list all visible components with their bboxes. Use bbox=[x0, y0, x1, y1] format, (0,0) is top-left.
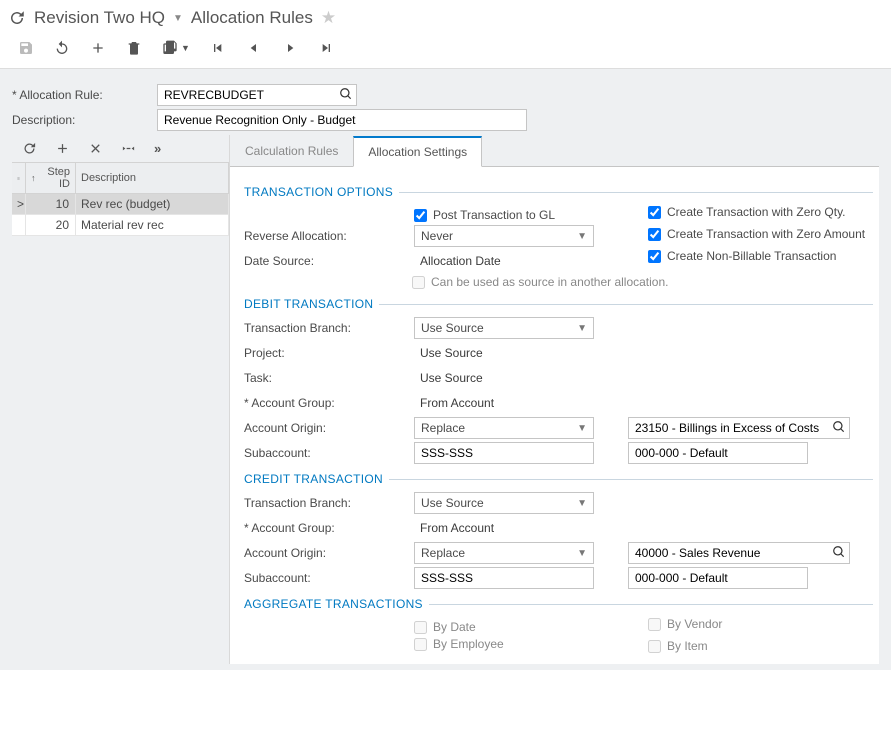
form-header: Allocation Rule: Description: » bbox=[0, 68, 891, 670]
company-title[interactable]: Revision Two HQ bbox=[34, 8, 165, 28]
section-aggregate: AGGREGATE TRANSACTIONS bbox=[244, 597, 873, 611]
steps-toolbar: » bbox=[12, 135, 229, 162]
post-gl-checkbox[interactable]: Post Transaction to GL bbox=[414, 208, 555, 222]
reverse-allocation-select[interactable]: Never▼ bbox=[414, 225, 594, 247]
page-header: Revision Two HQ ▼ Allocation Rules ★ bbox=[0, 0, 891, 32]
row-marker bbox=[12, 215, 26, 235]
screen-title: Allocation Rules bbox=[191, 8, 313, 28]
refresh-icon[interactable] bbox=[8, 9, 26, 27]
src-another-checkbox[interactable]: Can be used as source in another allocat… bbox=[412, 275, 873, 289]
next-button[interactable] bbox=[282, 40, 298, 56]
row-marker: > bbox=[12, 194, 26, 214]
credit-acct-origin-label: Account Origin: bbox=[244, 546, 414, 560]
credit-subacct-label: Subaccount: bbox=[244, 571, 414, 585]
reverse-allocation-label: Reverse Allocation: bbox=[244, 229, 414, 243]
steps-grid: ↑Step ID Description >10Rev rec (budget)… bbox=[12, 162, 229, 236]
by-item-checkbox[interactable]: By Item bbox=[648, 639, 722, 653]
chevron-down-icon: ▼ bbox=[577, 231, 587, 242]
grid-add-icon[interactable] bbox=[55, 141, 70, 156]
credit-branch-select[interactable]: Use Source▼ bbox=[414, 492, 594, 514]
debit-project-label: Project: bbox=[244, 346, 414, 360]
date-source-label: Date Source: bbox=[244, 254, 414, 268]
tab-allocation-settings[interactable]: Allocation Settings bbox=[353, 136, 482, 167]
description-input[interactable] bbox=[157, 109, 527, 131]
debit-acct-group-label: Account Group: bbox=[244, 396, 414, 410]
debit-account-lookup[interactable] bbox=[628, 417, 850, 439]
debit-branch-label: Transaction Branch: bbox=[244, 321, 414, 335]
credit-acct-group-label: Account Group: bbox=[244, 521, 414, 535]
section-transaction-options: TRANSACTION OPTIONS bbox=[244, 185, 873, 199]
debit-acct-origin-select[interactable]: Replace▼ bbox=[414, 417, 594, 439]
grid-more-icon[interactable]: » bbox=[154, 141, 161, 156]
col-description[interactable]: Description bbox=[76, 163, 229, 193]
debit-project-value: Use Source bbox=[414, 342, 483, 364]
details-panel: Calculation Rules Allocation Settings TR… bbox=[230, 135, 879, 664]
by-vendor-checkbox[interactable]: By Vendor bbox=[648, 617, 722, 631]
date-source-value: Allocation Date bbox=[414, 250, 501, 272]
non-billable-checkbox[interactable]: Create Non-Billable Transaction bbox=[648, 249, 865, 263]
star-icon[interactable]: ★ bbox=[321, 8, 336, 28]
row-description: Material rev rec bbox=[76, 215, 229, 235]
search-icon[interactable] bbox=[339, 87, 353, 101]
prev-button[interactable] bbox=[246, 40, 262, 56]
row-step-id: 20 bbox=[26, 215, 76, 235]
grid-fit-icon[interactable] bbox=[121, 141, 136, 156]
credit-subacct-lookup[interactable] bbox=[628, 567, 808, 589]
credit-acct-group-value: From Account bbox=[414, 517, 494, 539]
table-row[interactable]: >10Rev rec (budget) bbox=[12, 194, 229, 215]
tabs: Calculation Rules Allocation Settings bbox=[230, 135, 879, 167]
debit-task-label: Task: bbox=[244, 371, 414, 385]
credit-subacct-input[interactable] bbox=[414, 567, 594, 589]
search-icon[interactable] bbox=[832, 420, 846, 434]
debit-task-value: Use Source bbox=[414, 367, 483, 389]
zero-amt-checkbox[interactable]: Create Transaction with Zero Amount bbox=[648, 227, 865, 241]
last-button[interactable] bbox=[318, 40, 334, 56]
clipboard-button[interactable]: ▼ bbox=[162, 40, 190, 56]
by-date-checkbox[interactable]: By Date bbox=[414, 620, 476, 634]
steps-grid-header: ↑Step ID Description bbox=[12, 162, 229, 194]
save-button[interactable] bbox=[18, 40, 34, 56]
debit-subacct-input[interactable] bbox=[414, 442, 594, 464]
section-credit: CREDIT TRANSACTION bbox=[244, 472, 873, 486]
table-row[interactable]: 20Material rev rec bbox=[12, 215, 229, 236]
debit-subacct-label: Subaccount: bbox=[244, 446, 414, 460]
debit-acct-group-value: From Account bbox=[414, 392, 494, 414]
debit-acct-origin-label: Account Origin: bbox=[244, 421, 414, 435]
grid-delete-icon[interactable] bbox=[88, 141, 103, 156]
search-icon[interactable] bbox=[832, 545, 846, 559]
row-step-id: 10 bbox=[26, 194, 76, 214]
delete-button[interactable] bbox=[126, 40, 142, 56]
description-label: Description: bbox=[12, 113, 157, 127]
credit-acct-origin-select[interactable]: Replace▼ bbox=[414, 542, 594, 564]
grid-refresh-icon[interactable] bbox=[22, 141, 37, 156]
main-toolbar: ▼ bbox=[0, 32, 891, 68]
steps-panel: » ↑Step ID Description >10Rev rec (budge… bbox=[12, 135, 230, 664]
first-button[interactable] bbox=[210, 40, 226, 56]
section-debit: DEBIT TRANSACTION bbox=[244, 297, 873, 311]
row-description: Rev rec (budget) bbox=[76, 194, 229, 214]
tab-calculation-rules[interactable]: Calculation Rules bbox=[230, 136, 353, 167]
add-button[interactable] bbox=[90, 40, 106, 56]
by-employee-checkbox[interactable]: By Employee bbox=[414, 637, 504, 651]
credit-account-lookup[interactable] bbox=[628, 542, 850, 564]
credit-branch-label: Transaction Branch: bbox=[244, 496, 414, 510]
zero-qty-checkbox[interactable]: Create Transaction with Zero Qty. bbox=[648, 205, 865, 219]
col-step-id[interactable]: ↑Step ID bbox=[26, 163, 76, 193]
undo-button[interactable] bbox=[54, 40, 70, 56]
debit-branch-select[interactable]: Use Source▼ bbox=[414, 317, 594, 339]
allocation-rule-label: Allocation Rule: bbox=[12, 88, 157, 102]
allocation-rule-input[interactable] bbox=[157, 84, 357, 106]
grid-settings-icon[interactable] bbox=[12, 163, 26, 193]
debit-subacct-lookup[interactable] bbox=[628, 442, 808, 464]
chevron-down-icon[interactable]: ▼ bbox=[173, 13, 183, 24]
